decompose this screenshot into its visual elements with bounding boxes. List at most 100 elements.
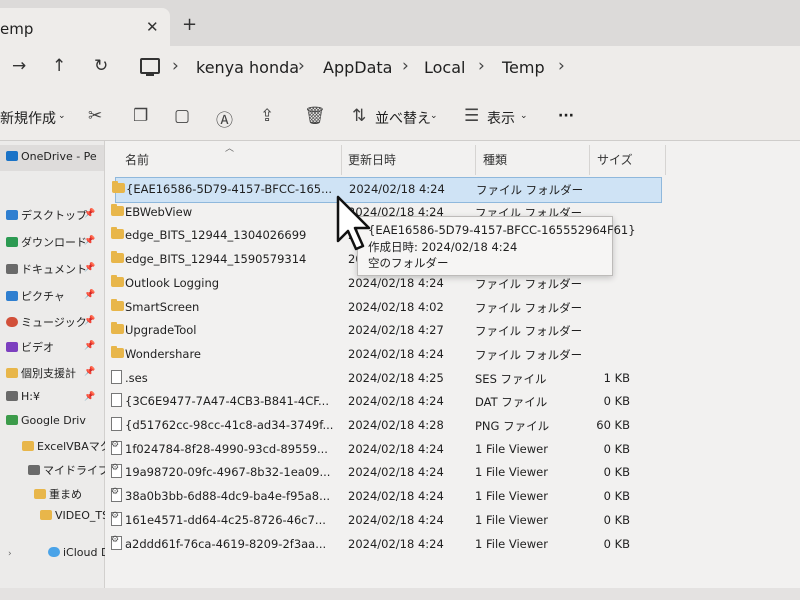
new-button[interactable]: 新規作成 — [0, 108, 56, 128]
close-icon[interactable]: ✕ — [146, 18, 159, 36]
file-icon — [111, 535, 122, 550]
column-divider[interactable] — [665, 145, 666, 175]
file-name: {3C6E9477-7A47-4CB3-B841-4CF... — [125, 394, 329, 409]
breadcrumb-temp[interactable]: Temp — [502, 58, 545, 77]
pin-icon[interactable]: 📌 — [84, 392, 95, 402]
chevron-down-icon[interactable]: ⌄ — [58, 111, 66, 121]
sidebar-item-desktop[interactable]: デスクトップ — [6, 207, 87, 223]
table-row[interactable]: 1f024784-8f28-4990-93cd-89559... 2024/02/… — [105, 438, 665, 462]
tooltip: {EAE16586-5D79-4157-BFCC-165552964F61} 作… — [357, 216, 636, 276]
file-list: ︿ 名前 更新日時 種類 サイズ {EAE16586-5D79-4157-BFC… — [105, 141, 800, 600]
table-row-selected[interactable]: {EAE16586-5D79-4157-BFCC-165... 2024/02/1… — [112, 177, 662, 203]
sidebar-item-label: Google Driv — [21, 414, 86, 427]
folder-icon — [112, 181, 125, 193]
table-row[interactable]: 161e4571-dd64-4c25-8726-46c7... 2024/02/1… — [105, 509, 665, 533]
pin-icon[interactable]: 📌 — [84, 263, 95, 273]
tab-temp[interactable]: emp ✕ — [0, 8, 170, 46]
column-header-date[interactable]: 更新日時 — [348, 151, 396, 168]
sidebar-item-music[interactable]: ミュージック — [6, 314, 87, 330]
breadcrumb-local[interactable]: Local — [424, 58, 465, 77]
up-icon[interactable]: ↑ — [52, 56, 66, 76]
sort-button[interactable]: 並べ替え — [375, 108, 431, 128]
new-tab-button[interactable]: + — [182, 14, 197, 35]
breadcrumb-separator[interactable]: › — [558, 56, 565, 76]
drive-icon — [6, 391, 18, 401]
breadcrumb-separator[interactable]: › — [402, 56, 409, 76]
sidebar-item-video-ts[interactable]: VIDEO_TS — [40, 509, 109, 522]
column-divider[interactable] — [589, 145, 590, 175]
column-header-name[interactable]: 名前 — [125, 151, 149, 168]
table-row[interactable]: SmartScreen 2024/02/18 4:02 ファイル フォルダー — [105, 296, 665, 320]
sidebar-item-my-drive[interactable]: マイドライブ — [28, 462, 109, 478]
sidebar-item-onedrive[interactable]: OneDrive - Pe — [6, 150, 97, 163]
file-type: SES ファイル — [475, 371, 547, 386]
breadcrumb-separator[interactable]: › — [172, 56, 179, 76]
copy-icon[interactable]: ❐ — [133, 106, 148, 126]
chevron-down-icon[interactable]: ⌄ — [430, 111, 438, 121]
delete-icon[interactable]: 🗑 — [304, 106, 326, 126]
file-type: ファイル フォルダー — [475, 324, 583, 339]
sidebar-item-documents[interactable]: ドキュメント — [6, 261, 87, 277]
table-row[interactable]: a2ddd61f-76ca-4619-8209-2f3aa... 2024/02/… — [105, 533, 665, 557]
share-icon[interactable]: ⇪ — [260, 106, 274, 126]
sidebar-item-pictures[interactable]: ピクチャ — [6, 288, 65, 304]
forward-icon[interactable]: → — [12, 56, 26, 76]
cut-icon[interactable]: ✂ — [88, 106, 102, 126]
table-row[interactable]: 38a0b3bb-6d88-4dc9-ba4e-f95a8... 2024/02/… — [105, 485, 665, 509]
pin-icon[interactable]: 📌 — [84, 367, 95, 377]
breadcrumb-separator[interactable]: › — [478, 56, 485, 76]
table-row[interactable]: UpgradeTool 2024/02/18 4:27 ファイル フォルダー — [105, 319, 665, 343]
sort-icon[interactable]: ⇅ — [352, 106, 366, 126]
sidebar-item-folder-2[interactable]: 重まめ — [34, 486, 82, 502]
modified-date: 2024/02/18 4:24 — [348, 346, 444, 361]
chevron-right-icon[interactable]: › — [8, 549, 12, 559]
tooltip-name: {EAE16586-5D79-4157-BFCC-165552964F61} — [368, 223, 636, 237]
download-icon — [6, 237, 18, 247]
table-row[interactable]: {d51762cc-98cc-41c8-ad34-3749f... 2024/02… — [105, 414, 665, 438]
pin-icon[interactable]: 📌 — [84, 341, 95, 351]
file-icon — [111, 463, 122, 479]
column-divider[interactable] — [341, 145, 342, 175]
sidebar-item-google-drive[interactable]: Google Driv — [6, 414, 86, 427]
rename-icon[interactable]: Ⓐ — [216, 106, 233, 131]
column-divider[interactable] — [475, 145, 476, 175]
column-header-type[interactable]: 種類 — [483, 151, 507, 168]
table-row[interactable]: {3C6E9477-7A47-4CB3-B841-4CF... 2024/02/1… — [105, 390, 665, 414]
table-row[interactable]: .ses 2024/02/18 4:25 SES ファイル 1 KB — [105, 367, 665, 391]
view-icon[interactable]: ☰ — [464, 106, 479, 126]
refresh-icon[interactable]: ↻ — [94, 56, 108, 76]
breadcrumb-kenya-honda[interactable]: kenya honda — [196, 58, 299, 77]
breadcrumb-appdata[interactable]: AppData — [323, 58, 392, 77]
column-header-size[interactable]: サイズ — [597, 151, 633, 168]
modified-date: 2024/02/18 4:24 — [348, 394, 444, 409]
sidebar-item-downloads[interactable]: ダウンロード — [6, 234, 87, 250]
paste-icon[interactable]: ▢ — [174, 106, 190, 126]
sidebar-item-label: 個別支援計 — [21, 367, 76, 380]
sidebar-item-videos[interactable]: ビデオ — [6, 339, 54, 355]
chevron-down-icon[interactable]: ⌄ — [520, 111, 528, 121]
modified-date: 2024/02/18 4:24 — [348, 465, 444, 480]
pin-icon[interactable]: 📌 — [84, 236, 95, 246]
breadcrumb-separator[interactable]: › — [298, 56, 305, 76]
file-icon — [111, 511, 122, 526]
file-type: 1 File Viewer — [475, 512, 548, 527]
table-row[interactable]: Wondershare 2024/02/18 4:24 ファイル フォルダー — [105, 343, 665, 367]
view-button[interactable]: 表示 — [487, 108, 515, 128]
video-icon — [6, 342, 18, 352]
computer-icon[interactable] — [140, 58, 160, 76]
file-type: PNG ファイル — [475, 419, 550, 433]
file-name: Wondershare — [125, 346, 202, 361]
pin-icon[interactable]: 📌 — [84, 290, 95, 300]
pin-icon[interactable]: 📌 — [84, 316, 95, 326]
file-type: ファイル フォルダー — [476, 183, 584, 197]
file-type: DAT ファイル — [475, 395, 548, 410]
table-row[interactable]: 19a98720-09fc-4967-8b32-1ea09... 2024/02/… — [105, 461, 665, 485]
sidebar-item-folder[interactable]: 個別支援計 — [6, 365, 76, 381]
sidebar-item-drive-h[interactable]: H:¥ — [6, 390, 40, 403]
sidebar-item-label: ビデオ — [21, 341, 54, 354]
file-name: 38a0b3bb-6d88-4dc9-ba4e-f95a8... — [125, 489, 331, 504]
tab-title: emp — [0, 20, 34, 38]
pin-icon[interactable]: 📌 — [84, 209, 95, 219]
drive-icon — [28, 465, 40, 475]
more-options-icon[interactable]: ··· — [558, 108, 574, 124]
